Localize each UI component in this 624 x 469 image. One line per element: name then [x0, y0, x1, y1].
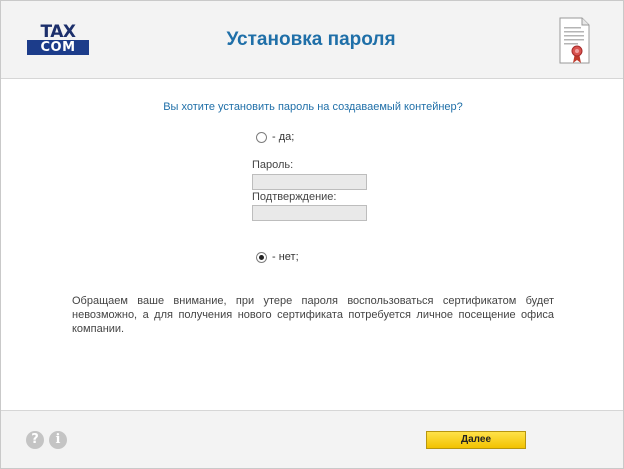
radio-no-button[interactable] [256, 251, 267, 263]
next-button[interactable]: Далее [426, 431, 526, 449]
certificate-icon [559, 17, 590, 64]
password-input[interactable] [252, 174, 367, 190]
password-label: Пароль: [252, 159, 294, 171]
info-icon[interactable]: i [49, 431, 67, 449]
radio-yes-label: - да; [272, 131, 295, 143]
help-icon[interactable]: ? [26, 431, 44, 449]
logo-top-text: TAX [40, 22, 76, 42]
radio-no-label: - нет; [272, 251, 299, 263]
confirm-password-input[interactable] [252, 205, 367, 221]
footer: ? i Далее [1, 410, 623, 468]
confirm-label: Подтверждение: [252, 191, 337, 203]
logo-bottom-text: COM [27, 40, 89, 55]
radio-option-no[interactable]: - нет; [256, 250, 299, 264]
warning-notice: Обращаем ваше внимание, при утере пароля… [72, 295, 554, 335]
wizard-window: TAX COM Установка пароля Вы хотите устан… [0, 0, 624, 469]
page-title: Установка пароля [226, 29, 396, 50]
radio-option-yes[interactable]: - да; [256, 130, 294, 144]
taxcom-logo: TAX COM [27, 22, 89, 55]
radio-yes-button[interactable] [256, 131, 267, 143]
header: TAX COM Установка пароля [1, 1, 623, 79]
password-question: Вы хотите установить пароль на создаваем… [163, 101, 463, 113]
